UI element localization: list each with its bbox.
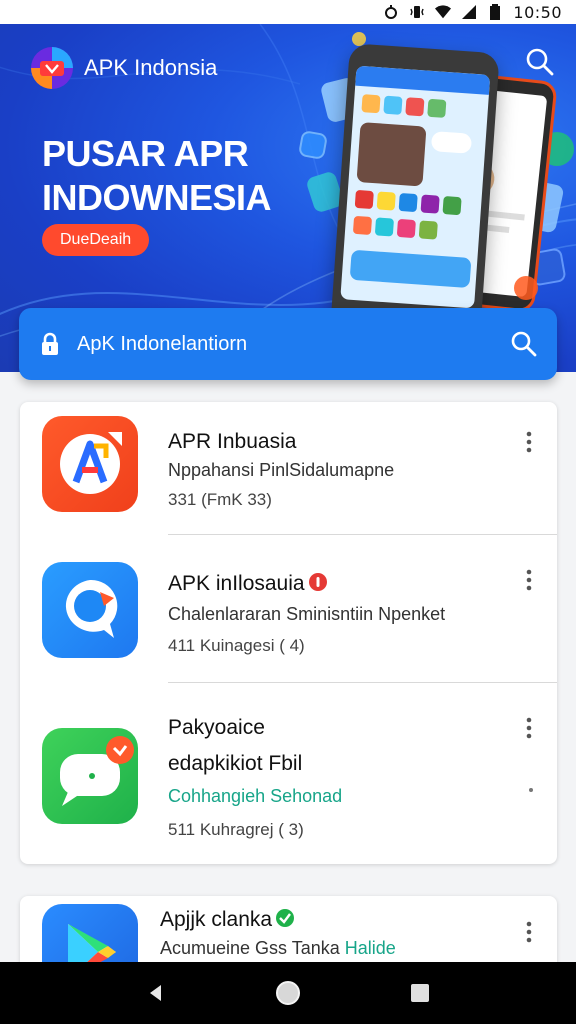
app-subtitle: Nppahansi PinlSidalumapne (168, 460, 395, 480)
search-icon (526, 48, 554, 76)
app-meta: 411 Kuinagesi ( 4) (168, 636, 305, 655)
status-time: 10:50 (513, 2, 562, 22)
hero-cta-button[interactable]: DueDeaih (42, 224, 150, 256)
app-name-line-1: Pakyoaice (168, 716, 265, 739)
app-name-line-2: edapkikiot Fbil (168, 752, 303, 775)
phone-illustration-front (330, 43, 500, 339)
app-subtitle: Cohhangieh Sehonad (168, 786, 343, 806)
more-options-icon[interactable] (519, 568, 539, 592)
app-name: APR Inbuasia (168, 430, 297, 453)
app-name: APK inIlosauia (168, 572, 327, 596)
recents-icon[interactable] (405, 978, 435, 1008)
app-subtitle: Acumueine Gss Tanka Halide (160, 938, 396, 958)
header-search-button[interactable] (524, 46, 556, 78)
divider (168, 534, 557, 535)
screen: 10:50 APK Indonsia PUSAR APR INDOWNESIA … (0, 0, 576, 1024)
message-icon (42, 728, 138, 824)
brand-logo-icon (30, 46, 74, 90)
list-item[interactable]: APK inIlosauia Chalenlararan Sminisntiin… (20, 536, 557, 682)
search-bar[interactable]: ApK Indonelantiorn (19, 308, 557, 380)
verified-badge-icon (308, 573, 327, 592)
wifi-icon (435, 4, 452, 20)
divider (168, 682, 557, 683)
floating-app-icon (297, 129, 329, 161)
app-subtitle: Chalenlararan Sminisntiin Npenket (168, 604, 446, 624)
dot-indicator (529, 788, 533, 792)
more-options-icon[interactable] (519, 430, 539, 454)
search-input[interactable]: ApK Indonelantiorn (77, 333, 509, 356)
brand-name: APK Indonsia (84, 55, 218, 80)
hero-title-line-1: PUSAR APR (42, 133, 249, 174)
app-name: Apjjk clanka (160, 908, 295, 932)
apk-a-icon (42, 416, 138, 512)
battery-icon (487, 4, 503, 20)
notification-icon (383, 4, 399, 20)
brand[interactable]: APK Indonsia (30, 46, 217, 90)
more-options-icon[interactable] (519, 716, 539, 740)
lock-icon (42, 332, 58, 355)
list-item[interactable]: APR Inbuasia Nppahansi PinlSidalumapne 3… (20, 402, 557, 534)
search-icon[interactable] (509, 329, 539, 359)
app-meta: 331 (FmK 33) (168, 490, 272, 509)
status-bar: 10:50 (0, 0, 576, 24)
verified-badge-icon (276, 909, 295, 928)
back-icon[interactable] (141, 978, 171, 1008)
signal-icon (461, 4, 477, 20)
floating-app-icon (514, 276, 538, 300)
system-nav-bar (0, 962, 576, 1024)
more-options-icon[interactable] (519, 920, 539, 944)
hero-title-line-2: INDOWNESIA (42, 177, 272, 218)
chat-bubble-icon (42, 562, 138, 658)
hero-title: PUSAR APR INDOWNESIA (42, 132, 272, 220)
vibrate-icon (409, 4, 425, 20)
app-list: APR Inbuasia Nppahansi PinlSidalumapne 3… (20, 402, 557, 864)
app-meta: 511 Kuhragrej ( 3) (168, 820, 304, 839)
list-item[interactable]: Pakyoaice edapkikiot Fbil Cohhangieh Seh… (20, 684, 557, 864)
home-icon[interactable] (273, 978, 303, 1008)
